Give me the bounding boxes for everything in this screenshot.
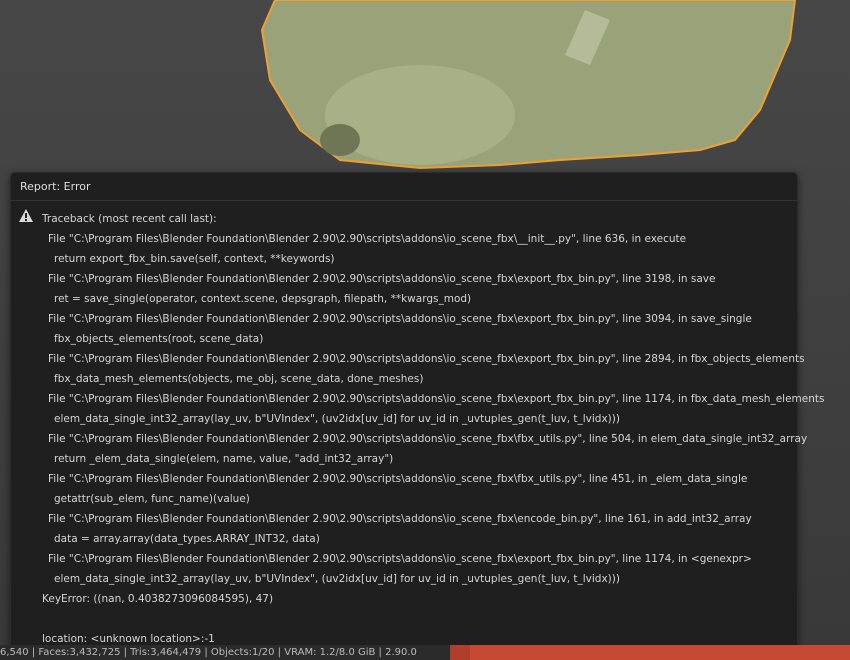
traceback-code-line: data = array.array(data_types.ARRAY_INT3… xyxy=(54,533,320,545)
traceback-code-line: fbx_objects_elements(root, scene_data) xyxy=(54,333,264,345)
scene-statistics: 6,540 | Faces:3,432,725 | Tris:3,464,479… xyxy=(0,647,417,658)
traceback-file-line: File "C:\Program Files\Blender Foundatio… xyxy=(48,313,752,325)
traceback-file-line: File "C:\Program Files\Blender Foundatio… xyxy=(48,273,716,285)
warning-icon xyxy=(450,645,470,660)
traceback-code-line: ret = save_single(operator, context.scen… xyxy=(54,293,472,305)
traceback-message: Traceback (most recent call last): xyxy=(42,213,217,225)
traceback-code-line: fbx_data_mesh_elements(objects, me_obj, … xyxy=(54,373,424,385)
error-report-popup: Report: Error Traceback (most recent cal… xyxy=(10,172,825,652)
error-report-banner[interactable] xyxy=(450,645,850,660)
traceback-code-line: return _elem_data_single(elem, name, val… xyxy=(54,453,394,465)
traceback-code-line: return export_fbx_bin.save(self, context… xyxy=(54,253,335,265)
traceback-text: Traceback (most recent call last): File "… xyxy=(42,209,825,649)
traceback-code-line: elem_data_single_int32_array(lay_uv, b"U… xyxy=(54,413,620,425)
traceback-file-line: File "C:\Program Files\Blender Foundatio… xyxy=(48,473,748,485)
traceback-code-line: getattr(sub_elem, func_name)(value) xyxy=(54,493,250,505)
traceback-message: KeyError: ((nan, 0.4038273096084595), 47… xyxy=(42,593,274,605)
traceback-file-line: File "C:\Program Files\Blender Foundatio… xyxy=(48,553,752,565)
traceback-file-line: File "C:\Program Files\Blender Foundatio… xyxy=(48,433,808,445)
report-title: Report: Error xyxy=(11,173,797,201)
traceback-file-line: File "C:\Program Files\Blender Foundatio… xyxy=(48,393,825,405)
traceback-message xyxy=(42,609,791,629)
mesh-hole xyxy=(320,124,360,156)
traceback-code-line: elem_data_single_int32_array(lay_uv, b"U… xyxy=(54,573,620,585)
status-bar: 6,540 | Faces:3,432,725 | Tris:3,464,479… xyxy=(0,645,850,660)
traceback-file-line: File "C:\Program Files\Blender Foundatio… xyxy=(48,513,752,525)
traceback-file-line: File "C:\Program Files\Blender Foundatio… xyxy=(48,353,805,365)
warning-icon xyxy=(19,209,33,222)
traceback-file-line: File "C:\Program Files\Blender Foundatio… xyxy=(48,233,687,245)
